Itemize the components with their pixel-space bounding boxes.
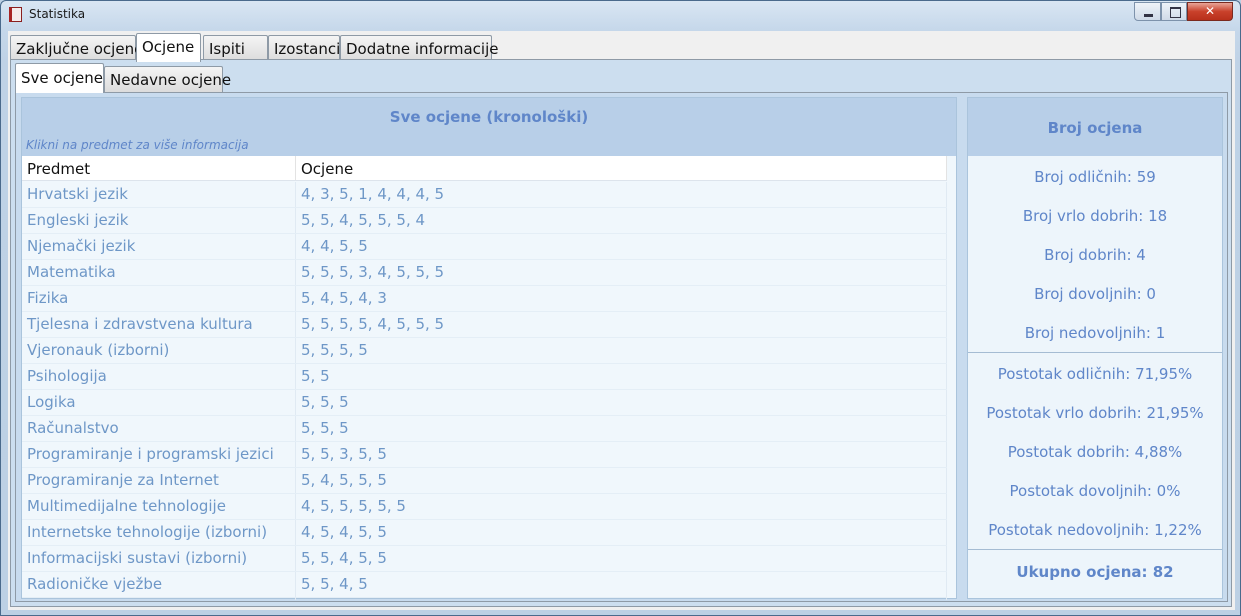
grade-stats-panel: Broj ocjena Broj odličnih: 59 Broj vrlo … xyxy=(967,97,1223,599)
tab-ocjene[interactable]: Ocjene xyxy=(136,33,201,62)
tab-izostanci[interactable]: Izostanci xyxy=(268,35,340,61)
grades-table-body: Hrvatski jezik 4, 3, 5, 1, 4, 4, 4, 5 Engl… xyxy=(22,182,947,598)
stat-count-very-good: Broj vrlo dobrih: 18 xyxy=(1022,207,1168,225)
subject-grades: 4, 5, 5, 5, 5, 5 xyxy=(301,497,406,515)
subject-grades: 5, 5, 5, 5, 4, 5, 5, 5 xyxy=(301,315,445,333)
subject-name[interactable]: Fizika xyxy=(27,289,68,307)
table-row[interactable]: Logika 5, 5, 5 xyxy=(22,390,947,416)
subject-name[interactable]: Informacijski sustavi (izborni) xyxy=(27,549,247,567)
table-row[interactable]: Internetske tehnologije (izborni) 4, 5, 4… xyxy=(22,520,947,546)
tab-nedavne-ocjene[interactable]: Nedavne ocjene xyxy=(104,66,231,92)
subject-name[interactable]: Računalstvo xyxy=(27,419,119,437)
column-divider[interactable] xyxy=(295,156,296,180)
stats-divider xyxy=(968,352,1222,353)
grades-list-header: Sve ocjene (kronološki) Klikni na predme… xyxy=(22,98,956,156)
table-row[interactable]: Njemački jezik 4, 4, 5, 5 xyxy=(22,234,947,260)
tab-zakljucne-ocjene[interactable]: Zaključne ocjene xyxy=(10,35,143,61)
column-header-predmet[interactable]: Predmet xyxy=(27,160,90,178)
stats-divider xyxy=(968,549,1222,550)
close-button[interactable]: ✕ xyxy=(1187,2,1233,21)
maximize-button[interactable] xyxy=(1161,2,1187,21)
stat-percent-excellent: Postotak odličnih: 71,95% xyxy=(997,365,1193,383)
grade-stats-header: Broj ocjena xyxy=(968,98,1222,156)
grades-table-header: Predmet Ocjene xyxy=(22,156,947,181)
maximize-icon xyxy=(1170,7,1181,18)
stat-percent-good: Postotak dobrih: 4,88% xyxy=(1007,443,1183,461)
subject-grades: 5, 5, 5 xyxy=(301,419,349,437)
tab-sve-ocjene[interactable]: Sve ocjene xyxy=(15,63,104,93)
table-row[interactable]: Radioničke vježbe 5, 5, 4, 5 xyxy=(22,572,947,598)
subject-grades: 5, 4, 5, 5, 5 xyxy=(301,471,387,489)
column-divider[interactable] xyxy=(946,156,947,180)
table-row[interactable]: Multimedijalne tehnologije 4, 5, 5, 5, 5,… xyxy=(22,494,947,520)
subject-name[interactable]: Tjelesna i zdravstvena kultura xyxy=(27,315,253,333)
subject-grades: 4, 4, 5, 5 xyxy=(301,237,368,255)
subject-name[interactable]: Psihologija xyxy=(27,367,107,385)
subject-grades: 5, 5, 5, 3, 4, 5, 5, 5 xyxy=(301,263,445,281)
grades-list-hint: Klikni na predmet za više informacija xyxy=(26,138,249,152)
subject-grades: 5, 5, 5 xyxy=(301,393,349,411)
ocjene-tab-panel: Sve ocjene Nedavne ocjene Sve ocjene (kr… xyxy=(10,59,1232,607)
stat-count-good: Broj dobrih: 4 xyxy=(1044,246,1146,264)
stat-count-insufficient: Broj nedovoljnih: 1 xyxy=(1024,324,1166,342)
table-row[interactable]: Psihologija 5, 5 xyxy=(22,364,947,390)
stat-percent-sufficient: Postotak dovoljnih: 0% xyxy=(1009,482,1181,500)
window-title: Statistika xyxy=(29,7,86,21)
table-row[interactable]: Programiranje za Internet 5, 4, 5, 5, 5 xyxy=(22,468,947,494)
minimize-button[interactable] xyxy=(1134,2,1161,21)
subject-grades: 5, 5, 4, 5 xyxy=(301,575,368,593)
title-bar[interactable]: Statistika ✕ xyxy=(1,1,1240,29)
subject-name[interactable]: Engleski jezik xyxy=(27,211,128,229)
stat-percent-insufficient: Postotak nedovoljnih: 1,22% xyxy=(988,521,1202,539)
stat-percent-very-good: Postotak vrlo dobrih: 21,95% xyxy=(986,404,1204,422)
stat-total-grades: Ukupno ocjena: 82 xyxy=(1016,563,1174,581)
subject-name[interactable]: Hrvatski jezik xyxy=(27,185,128,203)
subject-name[interactable]: Matematika xyxy=(27,263,116,281)
column-header-ocjene[interactable]: Ocjene xyxy=(301,160,353,178)
subject-name[interactable]: Logika xyxy=(27,393,76,411)
subject-grades: 5, 5, 4, 5, 5 xyxy=(301,549,387,567)
tab-dodatne-informacije[interactable]: Dodatne informacije xyxy=(340,35,498,61)
subject-name[interactable]: Radioničke vježbe xyxy=(27,575,162,593)
subject-grades: 5, 5, 4, 5, 5, 5, 4 xyxy=(301,211,426,229)
table-row[interactable]: Tjelesna i zdravstvena kultura 5, 5, 5, 5… xyxy=(22,312,947,338)
subject-grades: 5, 5, 5, 5 xyxy=(301,341,368,359)
stat-count-excellent: Broj odličnih: 59 xyxy=(1034,168,1156,186)
table-row[interactable]: Hrvatski jezik 4, 3, 5, 1, 4, 4, 4, 5 xyxy=(22,182,947,208)
statistics-window: Statistika ✕ Zaključne ocjene Ocjene Isp… xyxy=(0,0,1241,616)
subject-name[interactable]: Internetske tehnologije (izborni) xyxy=(27,523,267,541)
table-row[interactable]: Fizika 5, 4, 5, 4, 3 xyxy=(22,286,947,312)
sve-ocjene-panel: Sve ocjene (kronološki) Klikni na predme… xyxy=(15,92,1228,602)
table-row[interactable]: Engleski jezik 5, 5, 4, 5, 5, 5, 4 xyxy=(22,208,947,234)
subject-name[interactable]: Njemački jezik xyxy=(27,237,135,255)
minimize-icon xyxy=(1144,14,1153,17)
table-row[interactable]: Matematika 5, 5, 5, 3, 4, 5, 5, 5 xyxy=(22,260,947,286)
subject-grades: 5, 5 xyxy=(301,367,330,385)
subject-name[interactable]: Vjeronauk (izborni) xyxy=(27,341,169,359)
subject-grades: 4, 3, 5, 1, 4, 4, 4, 5 xyxy=(301,185,445,203)
table-row[interactable]: Programiranje i programski jezici 5, 5, 3… xyxy=(22,442,947,468)
subject-name[interactable]: Programiranje i programski jezici xyxy=(27,445,274,463)
grades-list-panel: Sve ocjene (kronološki) Klikni na predme… xyxy=(21,97,957,600)
client-area: Zaključne ocjene Ocjene Ispiti Izostanci… xyxy=(8,31,1235,610)
table-row[interactable]: Informacijski sustavi (izborni) 5, 5, 4, … xyxy=(22,546,947,572)
subject-name[interactable]: Programiranje za Internet xyxy=(27,471,219,489)
table-row[interactable]: Računalstvo 5, 5, 5 xyxy=(22,416,947,442)
grade-stats-title: Broj ocjena xyxy=(1047,119,1143,137)
book-icon xyxy=(9,7,22,22)
subject-grades: 4, 5, 4, 5, 5 xyxy=(301,523,387,541)
subject-grades: 5, 4, 5, 4, 3 xyxy=(301,289,387,307)
grades-list-title: Sve ocjene (kronološki) xyxy=(389,108,589,126)
tab-ispiti[interactable]: Ispiti xyxy=(203,35,268,61)
subject-name[interactable]: Multimedijalne tehnologije xyxy=(27,497,226,515)
close-icon: ✕ xyxy=(1204,4,1216,18)
stat-count-sufficient: Broj dovoljnih: 0 xyxy=(1034,285,1156,303)
table-row[interactable]: Vjeronauk (izborni) 5, 5, 5, 5 xyxy=(22,338,947,364)
subject-grades: 5, 5, 3, 5, 5 xyxy=(301,445,387,463)
